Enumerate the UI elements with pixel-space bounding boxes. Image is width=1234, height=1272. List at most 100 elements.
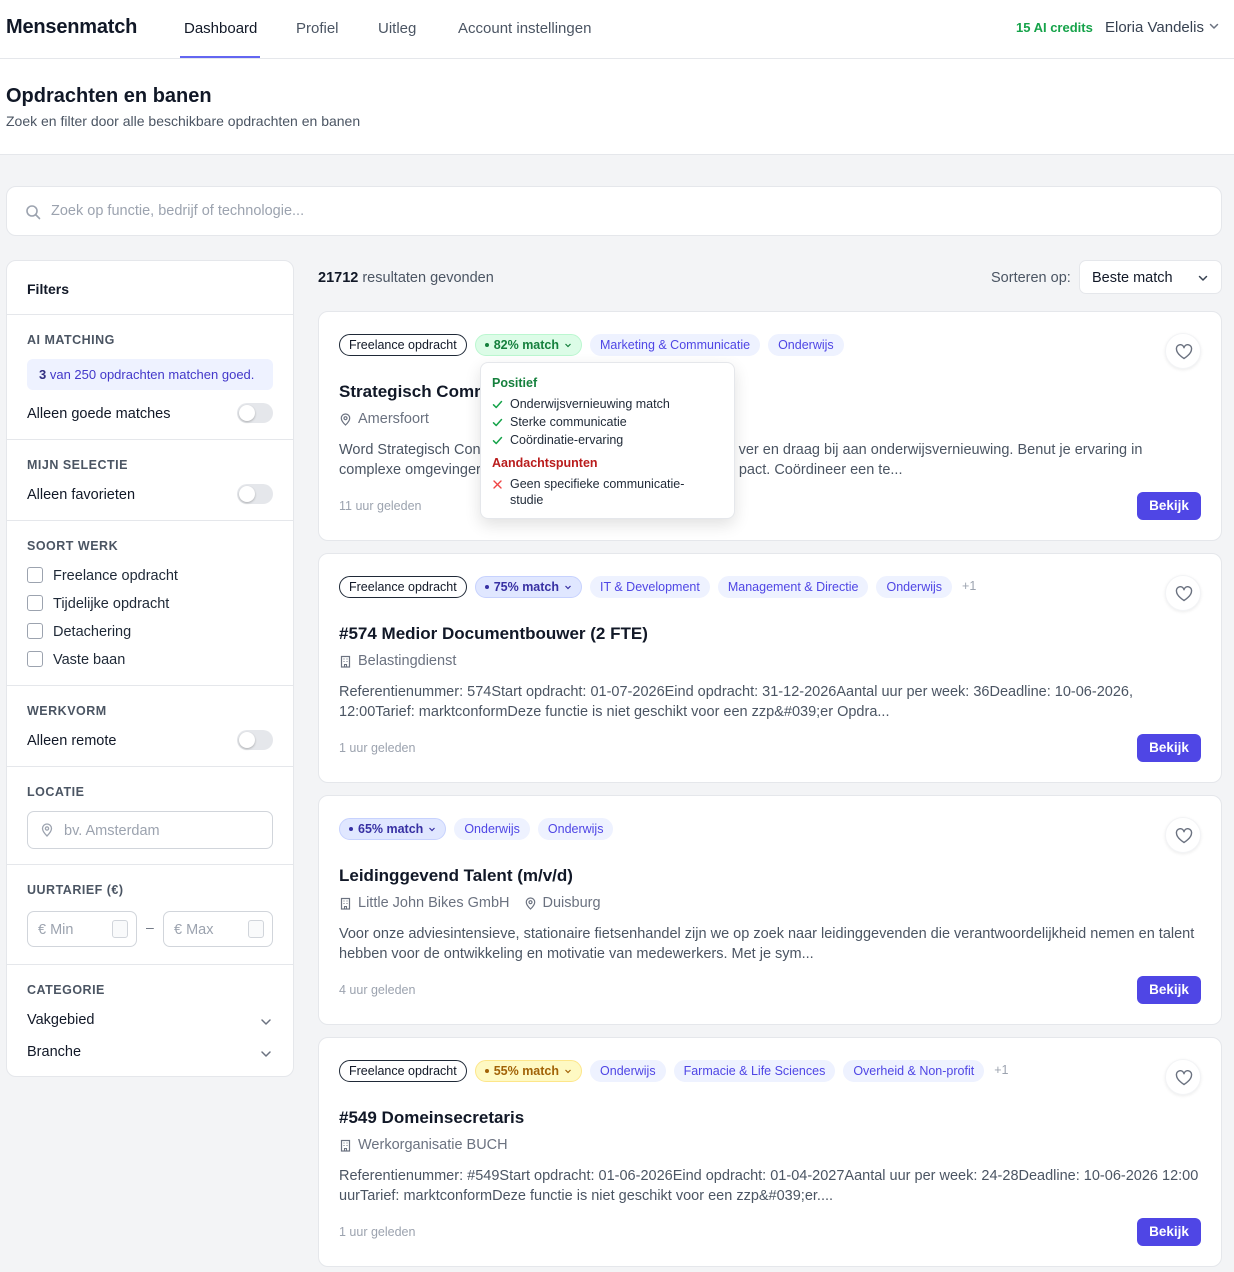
work-type-badge: Freelance opdracht: [339, 334, 467, 356]
favorite-button[interactable]: [1165, 333, 1201, 369]
posted-time: 1 uur geleden: [339, 741, 416, 755]
category-vakgebied[interactable]: Vakgebied: [27, 1011, 273, 1031]
checkbox-tijdelijk[interactable]: [27, 595, 43, 611]
divider: [7, 439, 293, 440]
divider: [7, 964, 293, 965]
rate-max-input[interactable]: [174, 920, 244, 940]
job-card[interactable]: 65% match Onderwijs Onderwijs Leidinggev…: [318, 795, 1222, 1025]
attention-heading: Aandachtspunten: [492, 456, 598, 470]
job-company: Little John Bikes GmbH: [358, 895, 510, 911]
more-tags[interactable]: +1: [992, 1060, 1010, 1082]
category-branche[interactable]: Branche: [27, 1043, 273, 1063]
remote-label: Alleen remote: [27, 733, 117, 749]
category-tag: Farmacie & Life Sciences: [673, 1060, 836, 1082]
heart-icon: [1175, 828, 1193, 844]
work-type-badge: Freelance opdracht: [339, 1060, 467, 1082]
view-button[interactable]: Bekijk: [1137, 492, 1201, 520]
filters-title: Filters: [27, 281, 70, 297]
map-pin-icon: [525, 896, 535, 910]
job-description: Word Strategisch Con ver en draag bij aan…: [339, 442, 1143, 478]
work-form-heading: WERKVORM: [27, 704, 107, 718]
category-tag: Management & Directie: [717, 576, 869, 598]
checkbox-label: Vaste baan: [53, 652, 126, 668]
card-tags: 65% match Onderwijs Onderwijs: [339, 818, 614, 840]
rate-min-stepper[interactable]: [112, 920, 128, 938]
rate-min-field[interactable]: [27, 911, 137, 947]
checkbox-detachering[interactable]: [27, 623, 43, 639]
job-meta: Little John Bikes GmbH Duisburg: [339, 894, 601, 912]
divider: [7, 520, 293, 521]
nav-dashboard[interactable]: Dashboard: [184, 20, 257, 37]
filters-panel: Filters AI MATCHING 3 van 250 opdrachten…: [6, 260, 294, 1077]
nav-account-instellingen[interactable]: Account instellingen: [458, 20, 591, 37]
favorite-button[interactable]: [1165, 575, 1201, 611]
sort-select[interactable]: Beste match: [1079, 260, 1222, 294]
job-card[interactable]: Freelance opdracht 55% match Onderwijs F…: [318, 1037, 1222, 1267]
job-description: Voor onze adviesintensieve, stationaire …: [339, 926, 1195, 962]
category-heading: CATEGORIE: [27, 983, 105, 997]
good-matches-toggle[interactable]: [237, 403, 273, 423]
map-pin-icon: [41, 823, 53, 837]
divider: [7, 766, 293, 767]
favorite-button[interactable]: [1165, 1059, 1201, 1095]
view-button[interactable]: Bekijk: [1137, 1218, 1201, 1246]
heart-icon: [1175, 344, 1193, 360]
more-tags[interactable]: +1: [960, 576, 978, 598]
sort-label: Sorteren op:: [991, 270, 1071, 286]
results-count: 21712 resultaten gevonden: [318, 270, 494, 286]
user-menu[interactable]: Eloria Vandelis: [1105, 19, 1204, 36]
rate-separator: –: [146, 919, 154, 935]
location-heading: LOCATIE: [27, 785, 85, 799]
attention-item: Geen specifieke communicatie-studie: [492, 476, 692, 508]
remote-toggle[interactable]: [237, 730, 273, 750]
job-title[interactable]: Strategisch Comm: [339, 382, 489, 402]
divider: [7, 864, 293, 865]
job-card[interactable]: Freelance opdracht 82% match Marketing &…: [318, 311, 1222, 541]
location-field[interactable]: [27, 811, 273, 849]
chevron-down-icon: [565, 585, 571, 590]
job-card[interactable]: Freelance opdracht 75% match IT & Develo…: [318, 553, 1222, 783]
favorites-label: Alleen favorieten: [27, 487, 136, 503]
view-button[interactable]: Bekijk: [1137, 734, 1201, 762]
job-title[interactable]: #549 Domeinsecretaris: [339, 1108, 524, 1128]
checkbox-vaste-baan[interactable]: [27, 651, 43, 667]
job-location: Amersfoort: [358, 411, 429, 427]
rate-max-stepper[interactable]: [248, 920, 264, 938]
rate-max-field[interactable]: [163, 911, 273, 947]
posted-time: 11 uur geleden: [339, 499, 422, 513]
nav-profiel[interactable]: Profiel: [296, 20, 339, 37]
chevron-down-icon: [565, 343, 571, 348]
chevron-down-icon[interactable]: [1208, 20, 1220, 32]
match-badge[interactable]: 65% match: [339, 818, 447, 840]
chevron-down-icon: [429, 827, 436, 832]
page-header: Opdrachten en banen Zoek en filter door …: [0, 59, 1234, 155]
chevron-down-icon: [565, 1069, 571, 1074]
search-input[interactable]: [51, 199, 1151, 223]
job-meta: Amersfoort: [339, 410, 429, 428]
building-icon: [340, 897, 351, 910]
rate-min-input[interactable]: [38, 920, 108, 940]
divider: [7, 685, 293, 686]
heart-icon: [1175, 1070, 1193, 1086]
category-tag: Onderwijs: [537, 818, 614, 840]
match-badge[interactable]: 82% match: [474, 334, 583, 356]
match-popover: Positief Onderwijsvernieuwing match Ster…: [480, 362, 735, 519]
work-type-heading: SOORT WERK: [27, 539, 119, 553]
match-badge[interactable]: 75% match: [474, 576, 583, 598]
view-button[interactable]: Bekijk: [1137, 976, 1201, 1004]
job-title[interactable]: Leidinggevend Talent (m/v/d): [339, 866, 573, 886]
favorite-button[interactable]: [1165, 817, 1201, 853]
job-title[interactable]: #574 Medior Documentbouwer (2 FTE): [339, 624, 648, 644]
category-label: Branche: [27, 1044, 82, 1060]
category-tag: Onderwijs: [876, 576, 953, 598]
location-input[interactable]: [64, 821, 254, 841]
checkbox-freelance[interactable]: [27, 567, 43, 583]
favorites-toggle[interactable]: [237, 484, 273, 504]
selection-heading: MIJN SELECTIE: [27, 458, 128, 472]
match-badge[interactable]: 55% match: [474, 1060, 583, 1082]
job-meta: Werkorganisatie BUCH: [339, 1136, 508, 1154]
brand-logo[interactable]: Mensenmatch: [6, 16, 137, 39]
sort-value: Beste match: [1092, 270, 1173, 286]
search-bar[interactable]: [6, 186, 1222, 236]
nav-uitleg[interactable]: Uitleg: [378, 20, 416, 37]
